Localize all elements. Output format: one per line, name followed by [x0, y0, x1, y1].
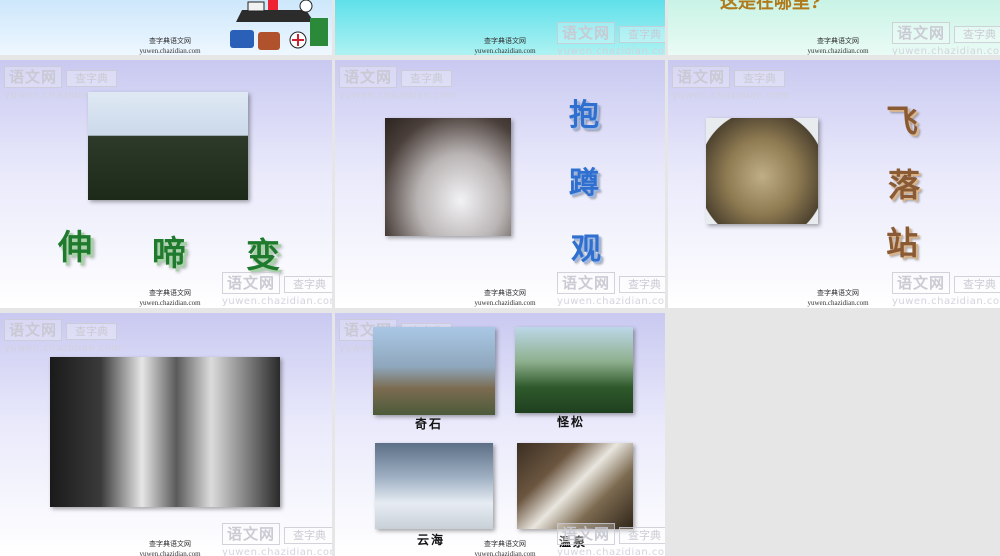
- watermark-box: 查字典: [401, 70, 453, 87]
- slide-thumbnail-8[interactable]: 语文网查字典 yuwen.chazidian.com 奇石 怪松 云海 温泉 查…: [335, 313, 665, 556]
- slide-thumbnail-4[interactable]: 语文网 查字典 yuwen.chazidian.com 伸 啼 变 查字典语文网 …: [0, 60, 332, 308]
- peak-photo: [50, 357, 280, 507]
- watermark: 语文网查字典 yuwen.chazidian.com: [4, 319, 122, 354]
- watermark-url: yuwen.chazidian.com: [339, 90, 457, 101]
- watermark-box: 查字典: [954, 276, 1000, 293]
- footer-line1: 查字典语文网: [484, 289, 526, 297]
- word-3: 变: [246, 236, 280, 276]
- footer-line2: yuwen.chazidian.com: [474, 47, 536, 55]
- watermark-url: yuwen.chazidian.com: [892, 296, 1000, 307]
- word-2: 蹲: [569, 166, 599, 201]
- footer-line1: 查字典语文网: [149, 540, 191, 548]
- footer-line1: 查字典语文网: [817, 37, 859, 45]
- footer-line1: 查字典语文网: [149, 37, 191, 45]
- word-3: 观: [571, 232, 601, 267]
- slide-thumbnail-6[interactable]: 语文网 查字典 yuwen.chazidian.com 飞 落 站 查字典语文网 …: [668, 60, 1000, 308]
- watermark: 语文网查字典 yuwen.chazidian.com: [557, 22, 665, 55]
- watermark: 语文网查字典 yuwen.chazidian.com: [892, 22, 1000, 55]
- watermark-url: yuwen.chazidian.com: [222, 547, 332, 556]
- footer-line1: 查字典语文网: [484, 540, 526, 548]
- watermark: 语文网查字典 yuwen.chazidian.com: [339, 66, 457, 101]
- word-1: 抱: [569, 98, 599, 133]
- watermark-box: 查字典: [619, 527, 665, 544]
- watermark-box: 查字典: [954, 26, 1000, 43]
- watermark-brand: 语文网: [672, 66, 731, 88]
- watermark: 语文网查字典 yuwen.chazidian.com: [222, 272, 332, 307]
- pine-photo: [515, 327, 633, 413]
- watermark-url: yuwen.chazidian.com: [892, 46, 1000, 55]
- watermark-brand: 语文网: [4, 319, 63, 341]
- watermark-box: 查字典: [284, 276, 332, 293]
- slide-thumbnail-5[interactable]: 语文网 查字典 yuwen.chazidian.com 抱 蹲 观 查字典语文网 …: [335, 60, 665, 308]
- slide-thumbnail-7[interactable]: 语文网 查字典 yuwen.chazidian.com 查字典语文网 yuwen.…: [0, 313, 332, 556]
- word-2: 落: [888, 166, 921, 204]
- watermark: 语文网查字典 yuwen.chazidian.com: [557, 272, 665, 307]
- hot-spring-photo: [517, 443, 633, 529]
- footer-line2: yuwen.chazidian.com: [474, 550, 536, 556]
- word-1: 飞: [886, 102, 919, 140]
- watermark-box: 查字典: [284, 527, 332, 544]
- watermark: 语文网查字典 yuwen.chazidian.com: [672, 66, 790, 101]
- watermark-brand: 语文网: [892, 22, 951, 44]
- word-1: 伸: [58, 228, 92, 268]
- travel-clipart: [222, 0, 330, 55]
- slide-thumbnail-3[interactable]: 这是在哪里? 查字典语文网 yuwen.chazidian.com 语文网 查字典…: [668, 0, 1000, 55]
- watermark-url: yuwen.chazidian.com: [672, 90, 790, 101]
- strange-rock-photo: [373, 327, 495, 415]
- watermark-box: 查字典: [619, 276, 665, 293]
- footer-line2: yuwen.chazidian.com: [139, 550, 201, 556]
- watermark-box: 查字典: [66, 70, 118, 87]
- watermark-brand: 语文网: [557, 523, 616, 545]
- landscape-photo: [385, 118, 511, 236]
- footer-line1: 查字典语文网: [817, 289, 859, 297]
- footer-line2: yuwen.chazidian.com: [807, 299, 869, 307]
- watermark-brand: 语文网: [557, 22, 616, 44]
- caption-3: 云海: [417, 533, 446, 547]
- sea-of-clouds-photo: [375, 443, 493, 529]
- watermark-box: 查字典: [619, 26, 665, 43]
- watermark-url: yuwen.chazidian.com: [557, 296, 665, 307]
- watermark-brand: 语文网: [222, 272, 281, 294]
- rock-photo: [706, 118, 818, 224]
- word-3: 站: [886, 224, 919, 262]
- caption-2: 怪松: [557, 415, 586, 429]
- watermark-box: 查字典: [734, 70, 786, 87]
- footer-line1: 查字典语文网: [484, 37, 526, 45]
- footer-line2: yuwen.chazidian.com: [807, 47, 869, 55]
- partial-title: 这是在哪里?: [720, 0, 821, 13]
- watermark-box: 查字典: [66, 323, 118, 340]
- footer-line2: yuwen.chazidian.com: [474, 299, 536, 307]
- watermark: 语文网查字典 yuwen.chazidian.com: [892, 272, 1000, 307]
- watermark-url: yuwen.chazidian.com: [557, 46, 665, 55]
- footer-line2: yuwen.chazidian.com: [139, 299, 201, 307]
- slide-thumbnail-1[interactable]: 查字典语文网 yuwen.chazidian.com: [0, 0, 332, 55]
- watermark-url: yuwen.chazidian.com: [4, 343, 122, 354]
- watermark: 语文网查字典 yuwen.chazidian.com: [222, 523, 332, 556]
- watermark: 语文网查字典 yuwen.chazidian.com: [557, 523, 665, 556]
- watermark-brand: 语文网: [557, 272, 616, 294]
- slide-thumbnail-2[interactable]: 查字典语文网 yuwen.chazidian.com 语文网 查字典 yuwen.…: [335, 0, 665, 55]
- footer-line2: yuwen.chazidian.com: [139, 47, 201, 55]
- watermark-brand: 语文网: [222, 523, 281, 545]
- watermark-brand: 语文网: [4, 66, 63, 88]
- caption-1: 奇石: [415, 417, 444, 431]
- watermark-url: yuwen.chazidian.com: [557, 547, 665, 556]
- landscape-photo: [88, 92, 248, 200]
- word-2: 啼: [152, 234, 186, 274]
- watermark-url: yuwen.chazidian.com: [222, 296, 332, 307]
- watermark-brand: 语文网: [339, 66, 398, 88]
- watermark-brand: 语文网: [892, 272, 951, 294]
- footer-line1: 查字典语文网: [149, 289, 191, 297]
